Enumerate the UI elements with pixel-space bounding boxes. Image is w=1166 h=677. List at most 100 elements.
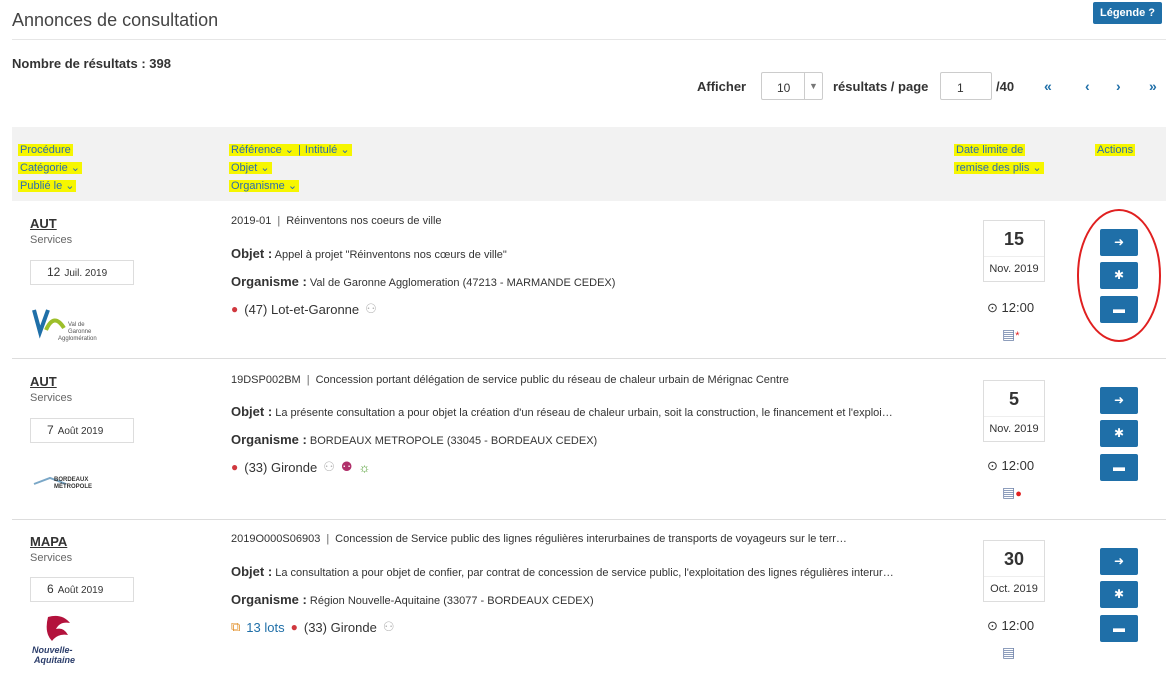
lots-link[interactable]: 13 lots — [246, 620, 284, 635]
group-icon: ⚇ — [365, 301, 377, 316]
svg-text:Garonne: Garonne — [68, 329, 92, 335]
page-header: Annonces de consultation Légende ? — [12, 2, 1166, 40]
svg-text:Nouvelle-: Nouvelle- — [32, 645, 73, 655]
sign-in-icon: ➜ — [1113, 393, 1125, 407]
page-number-input[interactable]: 1 — [940, 72, 992, 100]
per-page-select[interactable]: 10 ▼ — [761, 72, 823, 100]
access-button[interactable]: ➜ — [1100, 387, 1138, 414]
settings-button[interactable]: ✱ — [1100, 581, 1138, 608]
next-page-button[interactable]: › — [1116, 78, 1121, 94]
location-line: ● (33) Gironde ⚇ ⚉ ☼ — [231, 459, 370, 475]
pagination-bar: Afficher 10 ▼ résultats / page 1 /40 « ‹… — [0, 72, 1166, 100]
deadline-date: 5 Nov. 2019 — [983, 380, 1045, 442]
results-count: Nombre de résultats : 398 — [12, 56, 171, 71]
pub-day: 7 — [47, 423, 54, 437]
sign-in-icon: ➜ — [1113, 554, 1125, 568]
reference-line: 2019-01 | Réinventons nos coeurs de ville — [231, 215, 442, 227]
svg-text:Agglomération: Agglomération — [58, 336, 97, 342]
intitule: Concession portant délégation de service… — [315, 374, 789, 386]
objet-line: Objet : La consultation a pour objet de … — [231, 564, 894, 579]
total-pages: /40 — [996, 79, 1015, 94]
gear-icon: ✱ — [1113, 426, 1125, 440]
group-icon: ⚇ — [382, 619, 395, 634]
svg-text:BORDEAUX: BORDEAUX — [54, 477, 88, 483]
sort-organisme[interactable]: Organisme ⌄ — [229, 180, 300, 192]
deadline-month: Nov. 2019 — [989, 423, 1039, 435]
documents-icon[interactable]: ▤* — [1002, 326, 1020, 343]
column-separator: | — [296, 144, 303, 156]
deadline-month: Nov. 2019 — [989, 263, 1039, 275]
publication-date: 6 Août 2019 — [30, 577, 134, 602]
organisme-line: Organisme : BORDEAUX METROPOLE (33045 - … — [231, 432, 598, 447]
legend-button[interactable]: Légende ? — [1092, 2, 1162, 24]
organisation-logo: Nouvelle- Aquitaine — [30, 613, 100, 670]
sort-procedure[interactable]: Procédure — [18, 144, 73, 156]
actions-header: Actions — [1095, 144, 1136, 156]
sort-date-limite-line1[interactable]: Date limite de — [954, 144, 1026, 156]
access-button[interactable]: ➜ — [1100, 548, 1138, 575]
per-page-suffix: résultats / page — [833, 79, 929, 94]
svg-text:MÉTROPOLE: MÉTROPOLE — [54, 482, 92, 490]
sort-publie[interactable]: Publié le ⌄ — [18, 180, 77, 192]
publication-date: 7 Août 2019 — [30, 418, 134, 443]
people-icon: ⚉ — [340, 459, 353, 474]
publication-date: 12 Juil. 2019 — [30, 260, 134, 285]
location: (33) Gironde — [244, 459, 318, 475]
cart-button[interactable]: ▬ — [1100, 454, 1138, 481]
organisme-line: Organisme : Val de Garonne Agglomeration… — [231, 274, 616, 289]
show-label: Afficher — [697, 79, 747, 94]
intitule: Réinventons nos coeurs de ville — [286, 215, 442, 227]
deadline-time: ⊙ 12:00 — [987, 458, 1035, 473]
col-procedure: Procédure Catégorie ⌄ Publié le ⌄ — [18, 140, 82, 194]
map-pin-icon: ● — [231, 302, 239, 316]
per-page-value: 10 — [777, 81, 791, 95]
organisme: Val de Garonne Agglomeration (47213 - MA… — [306, 277, 616, 289]
col-date-limite: Date limite de remise des plis ⌄ — [954, 140, 1044, 176]
last-page-button[interactable]: » — [1149, 78, 1157, 94]
table-row: AUT Services 7 Août 2019 BORDEAUX MÉTROPOL… — [12, 360, 1166, 520]
svg-text:Aquitaine: Aquitaine — [33, 655, 75, 665]
first-page-button[interactable]: « — [1044, 78, 1052, 94]
objet: La consultation a pour objet de confier,… — [272, 567, 894, 579]
reference: 2019-01 — [231, 215, 272, 227]
organisme-line: Organisme : Région Nouvelle-Aquitaine (3… — [231, 592, 594, 607]
organisation-logo: Val de Garonne Agglomération — [30, 302, 110, 347]
reference-line: 19DSP002BM | Concession portant délégation… — [231, 374, 789, 386]
location-line: ⧉ 13 lots ● (33) Gironde ⚇ — [231, 619, 395, 635]
table-row: AUT Services 12 Juil. 2019 Val de Garonne A… — [12, 202, 1166, 359]
page-title: Annonces de consultation — [12, 10, 219, 30]
category: Services — [30, 552, 73, 564]
location: (33) Gironde — [303, 619, 377, 635]
location-line: ● (47) Lot-et-Garonne ⚇ — [231, 301, 377, 317]
settings-button[interactable]: ✱ — [1100, 420, 1138, 447]
pub-month: Août 2019 — [57, 426, 104, 437]
cart-button[interactable]: ▬ — [1100, 615, 1138, 642]
chevron-down-icon: ▼ — [804, 73, 822, 99]
sort-categorie[interactable]: Catégorie ⌄ — [18, 162, 82, 174]
pub-month: Juil. 2019 — [64, 268, 108, 279]
prev-page-button[interactable]: ‹ — [1085, 78, 1090, 94]
deadline-day: 5 — [984, 381, 1044, 417]
deadline-day: 15 — [984, 221, 1044, 257]
sort-intitule[interactable]: Intitulé ⌄ — [302, 144, 352, 156]
lots-icon: ⧉ — [231, 619, 241, 634]
map-pin-icon: ● — [290, 620, 298, 634]
procedure-type[interactable]: MAPA — [30, 534, 67, 549]
table-row: MAPA Services 6 Août 2019 Nouvelle- Aquita… — [12, 521, 1166, 677]
sort-date-limite-line2[interactable]: remise des plis ⌄ — [954, 162, 1044, 174]
procedure-type[interactable]: AUT — [30, 374, 57, 389]
category: Services — [30, 234, 73, 246]
objet: La présente consultation a pour objet la… — [272, 407, 893, 419]
procedure-type[interactable]: AUT — [30, 216, 57, 231]
deadline-time: ⊙ 12:00 — [987, 300, 1035, 315]
reference: 2019O000S06903 — [231, 533, 321, 545]
deadline-date: 30 Oct. 2019 — [983, 540, 1045, 602]
table-header: Procédure Catégorie ⌄ Publié le ⌄ Référe… — [12, 127, 1166, 201]
sort-objet[interactable]: Objet ⌄ — [229, 162, 272, 174]
gear-icon: ✱ — [1113, 587, 1125, 601]
sort-reference[interactable]: Référence ⌄ — [229, 144, 297, 156]
pub-day: 12 — [47, 265, 61, 279]
deadline-month: Oct. 2019 — [990, 583, 1038, 595]
documents-icon[interactable]: ▤ — [1002, 644, 1015, 661]
certified-documents-icon[interactable]: ▤● — [1002, 484, 1022, 501]
